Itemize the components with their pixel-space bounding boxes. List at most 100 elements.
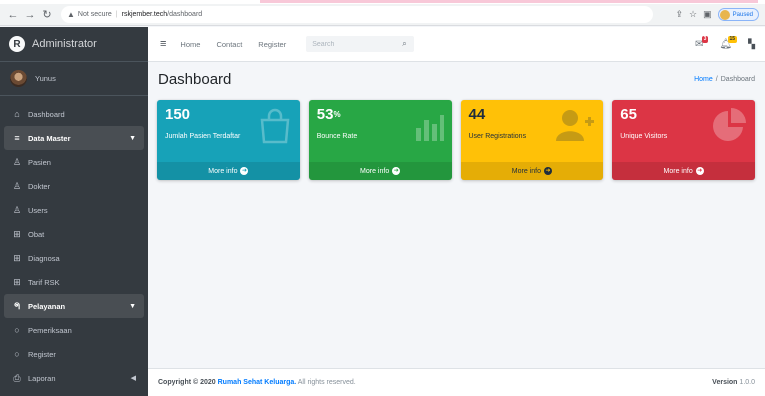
sidebar-item-label: Users xyxy=(28,205,48,215)
home-icon: ⌂ xyxy=(14,109,20,119)
more-info-link[interactable]: More info ➜ xyxy=(612,162,755,180)
top-navbar: ≡ Home Contact Register ⌕ ✉3 🔔︎15 ▚ xyxy=(148,27,765,62)
sidebar-item-pemeriksaan[interactable]: ○ Pemeriksaan xyxy=(4,318,144,342)
address-divider: | xyxy=(115,11,118,18)
address-bar[interactable]: ▲ Not secure | rskjember.tech/dashboard xyxy=(61,6,653,23)
page-footer: Copyright © 2020 Rumah Sehat Keluarga. A… xyxy=(148,368,765,396)
profile-button[interactable]: Paused xyxy=(717,8,759,21)
avatar xyxy=(10,70,27,87)
navbar-right: ✉ 3 🔔︎ 15 ▚ xyxy=(695,35,755,50)
sidebar-item-users[interactable]: ♙ Users xyxy=(4,198,144,222)
version-number: 1.0.0 xyxy=(739,379,755,386)
stat-number: 65 xyxy=(620,106,637,123)
version-label: Version xyxy=(712,379,738,386)
sidebar-item-obat[interactable]: ⊞ Obat xyxy=(4,222,144,246)
stat-number: 53 xyxy=(316,106,334,123)
active-tab-indicator xyxy=(260,0,758,3)
sidebar-item-label: Register xyxy=(28,349,56,359)
reload-icon[interactable]: ↻ xyxy=(40,7,54,23)
sidebar-item-register[interactable]: ○ Register xyxy=(4,342,144,366)
brand-text: Administrator xyxy=(32,38,97,50)
database-icon: ≡ xyxy=(14,133,20,143)
messages-icon[interactable]: ✉ 3 xyxy=(695,35,709,50)
forward-icon[interactable]: → xyxy=(23,7,37,23)
brand-link[interactable]: R Administrator xyxy=(0,27,148,62)
sidebar-item-dokter[interactable]: ♙ Dokter xyxy=(4,174,144,198)
breadcrumb-current: Dashboard xyxy=(720,75,755,83)
sidebar-item-pasien[interactable]: ♙ Pasien xyxy=(4,150,144,174)
notifications-badge: 15 xyxy=(727,35,738,43)
more-info-label: More info xyxy=(663,167,693,175)
circle-icon: ○ xyxy=(14,349,20,359)
bookmark-star-icon[interactable]: ☆ xyxy=(689,9,697,20)
content-wrapper: Dashboard Home / Dashboard 150 Jumlah Pasi… xyxy=(148,62,765,180)
url-host: rskjember.tech xyxy=(121,11,168,18)
nav-link-register[interactable]: Register xyxy=(258,40,286,49)
more-info-link[interactable]: More info ➜ xyxy=(308,162,452,180)
pie-chart-icon xyxy=(713,108,746,141)
brand-logo-icon: R xyxy=(9,36,25,52)
sidebar-item-laporan[interactable]: ⎙ Laporan ◀ xyxy=(4,366,144,390)
browser-toolbar: ← → ↻ ▲ Not secure | rskjember.tech/dash… xyxy=(0,4,765,26)
version-info: Version 1.0.0 xyxy=(712,379,755,386)
stat-suffix: % xyxy=(333,110,341,119)
table-icon: ⊞ xyxy=(13,276,21,287)
footer-brand-link[interactable]: Rumah Sehat Keluarga. xyxy=(218,379,297,386)
circle-icon: ○ xyxy=(14,325,20,335)
profile-avatar xyxy=(719,9,730,20)
nav-link-contact[interactable]: Contact xyxy=(216,40,242,49)
user-panel[interactable]: Yunus xyxy=(0,62,148,96)
back-icon[interactable]: ← xyxy=(6,7,20,23)
notifications-icon[interactable]: 🔔︎ 15 xyxy=(719,35,738,50)
sidebar-item-label: Laporan xyxy=(28,373,56,383)
stat-box-user-registrations: 44 User Registrations More info ➜ xyxy=(460,100,604,180)
profile-status: Paused xyxy=(732,11,753,18)
user-icon: ♙ xyxy=(12,204,22,215)
share-icon[interactable]: ⇪ xyxy=(676,9,684,20)
content-header: Dashboard Home / Dashboard xyxy=(148,62,765,96)
nav-link-home[interactable]: Home xyxy=(180,40,200,49)
search-input[interactable] xyxy=(312,40,403,48)
chevron-down-icon: ▼ xyxy=(129,302,136,310)
more-info-link[interactable]: More info ➜ xyxy=(157,162,300,180)
sidebar-item-tarif-rsk[interactable]: ⊞ Tarif RSK xyxy=(4,270,144,294)
arrow-circle-right-icon: ➜ xyxy=(392,167,401,175)
warning-icon: ▲ xyxy=(67,10,75,19)
sidebar-item-label: Pemeriksaan xyxy=(28,325,72,335)
breadcrumb-separator: / xyxy=(715,75,718,83)
arrow-circle-right-icon: ➜ xyxy=(695,167,704,175)
rights-text: All rights reserved. xyxy=(297,379,356,386)
table-icon: ⊞ xyxy=(13,228,21,239)
more-info-label: More info xyxy=(511,167,541,175)
sidebar-nav: ⌂ Dashboard ≡ Data Master ▼ ♙ Pasien ♙ Dokter… xyxy=(0,96,148,390)
sidebar-item-diagnosa[interactable]: ⊞ Diagnosa xyxy=(4,246,144,270)
sidebar: R Administrator Yunus ⌂ Dashboard ≡ Data M… xyxy=(0,27,148,396)
table-icon: ⊞ xyxy=(13,252,21,263)
sidebar-item-label: Dokter xyxy=(28,181,51,191)
sidebar-item-label: Diagnosa xyxy=(28,253,60,263)
page-title: Dashboard xyxy=(158,70,232,88)
window-icon[interactable]: ▣ xyxy=(703,9,712,20)
sidebar-item-label: Pelayanan xyxy=(28,301,66,311)
chevron-left-icon: ◀ xyxy=(130,375,136,382)
browser-actions: ⇪ ☆ ▣ Paused xyxy=(676,8,759,21)
messages-badge: 3 xyxy=(701,35,709,43)
bar-chart-icon xyxy=(415,115,444,141)
sidebar-item-dashboard[interactable]: ⌂ Dashboard xyxy=(4,102,144,126)
sidebar-item-pelayanan[interactable]: ᖗ Pelayanan ▼ xyxy=(4,294,144,318)
sidebar-item-data-master[interactable]: ≡ Data Master ▼ xyxy=(4,126,144,150)
stat-box-patients: 150 Jumlah Pasien Terdaftar More info ➜ xyxy=(157,100,300,180)
stat-box-unique-visitors: 65 Unique Visitors More info ➜ xyxy=(612,100,755,180)
more-info-link[interactable]: More info ➜ xyxy=(460,162,604,180)
arrow-circle-right-icon: ➜ xyxy=(543,167,552,175)
sidebar-item-label: Dashboard xyxy=(28,109,65,119)
apps-grid-icon[interactable]: ▚ xyxy=(748,39,755,50)
menu-toggle-icon[interactable]: ≡ xyxy=(160,38,166,50)
user-plus-icon xyxy=(556,110,595,141)
search-icon[interactable]: ⌕ xyxy=(402,39,406,49)
copyright-text: Copyright © 2020 Rumah Sehat Keluarga. A… xyxy=(158,379,356,386)
sidebar-item-label: Data Master xyxy=(28,133,71,143)
breadcrumb-home-link[interactable]: Home xyxy=(694,76,713,83)
stat-number: 150 xyxy=(165,106,191,123)
security-status: Not secure xyxy=(77,11,112,18)
